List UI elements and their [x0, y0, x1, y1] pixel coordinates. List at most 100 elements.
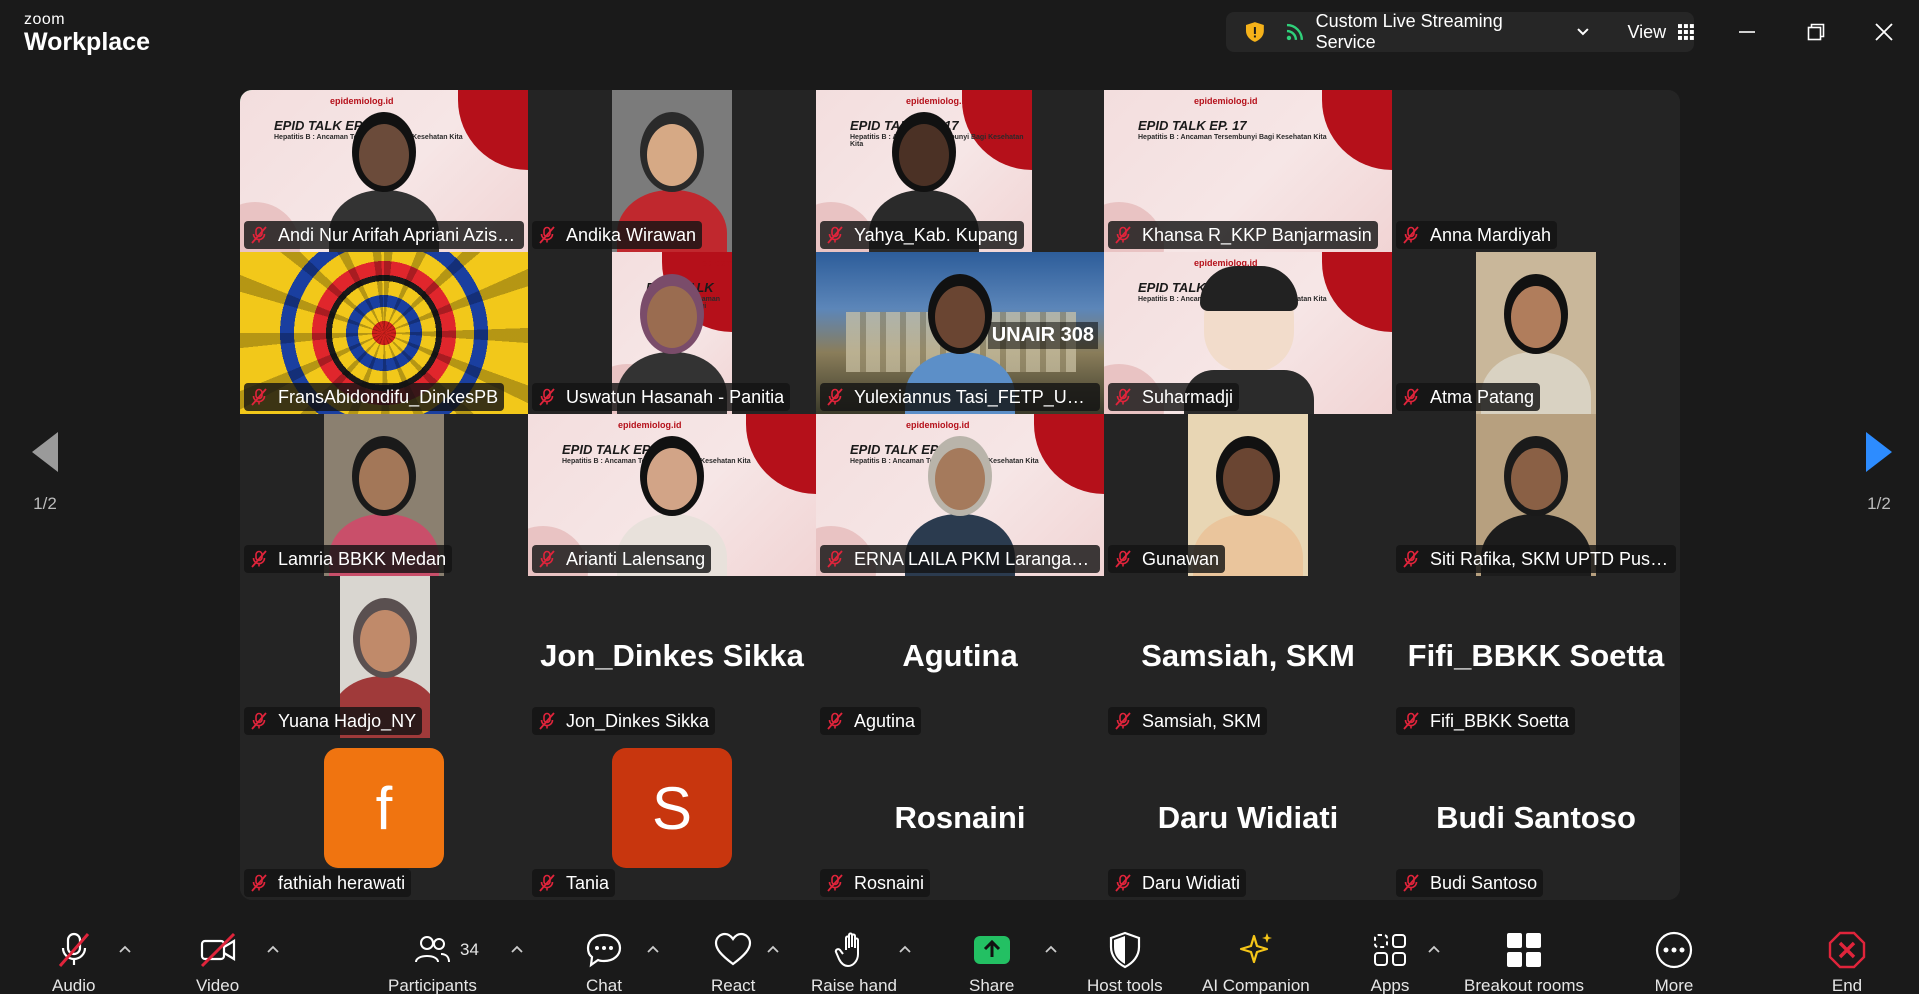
grid-view-icon[interactable]: [1678, 24, 1694, 40]
cartoon-hair: [1200, 266, 1298, 311]
participant-name: Siti Rafika, SKM UPTD Puske...: [1430, 548, 1670, 569]
participant-name-tag: Daru Widiati: [1108, 869, 1247, 897]
participants-count: 34: [460, 940, 479, 959]
participant-tile[interactable]: epidemiolog.idEPID TALK EP. 17Hepatitis …: [1104, 90, 1392, 252]
participant-tile[interactable]: Lamria BBKK Medan: [240, 414, 528, 576]
video-button[interactable]: Video: [196, 930, 239, 994]
view-button[interactable]: View: [1627, 22, 1666, 43]
video-options-caret-icon[interactable]: [266, 944, 280, 954]
participant-display-name: Budi Santoso: [1436, 800, 1636, 835]
participant-name-tag: Budi Santoso: [1396, 869, 1544, 897]
participant-name: Jon_Dinkes Sikka: [566, 710, 710, 731]
participant-face: [359, 448, 409, 510]
participant-tile[interactable]: Budi Santoso Budi Santoso: [1392, 738, 1680, 900]
participant-tile[interactable]: UNAIR 308 Yulexiannus Tasi_FETP_UNAI...: [816, 252, 1104, 414]
participant-name: Uswatun Hasanah - Panitia: [566, 386, 785, 407]
participant-name-tag: Andi Nur Arifah Apriani Azis_H...: [244, 221, 524, 249]
participant-name: Samsiah, SKM: [1142, 710, 1262, 731]
slide-brand: epidemiolog.id: [702, 258, 732, 268]
raise-hand-button[interactable]: Raise hand: [811, 930, 897, 994]
chat-label: Chat: [586, 976, 622, 994]
participant-name-tag: Yuana Hadjo_NY: [244, 707, 423, 735]
mic-muted-icon: [1403, 712, 1419, 730]
university-badge: UNAIR 308: [987, 322, 1098, 349]
share-button[interactable]: Share: [969, 930, 1014, 994]
participant-tile[interactable]: epidemiolog.idEPID TALK EP. 17Hepatitis …: [816, 90, 1104, 252]
participant-tile[interactable]: Samsiah, SKM Samsiah, SKM: [1104, 576, 1392, 738]
chat-options-caret-icon[interactable]: [646, 944, 660, 954]
breakout-rooms-button[interactable]: Breakout rooms: [1464, 930, 1584, 994]
apps-button[interactable]: Apps: [1370, 930, 1410, 994]
participant-tile[interactable]: Andika Wirawan: [528, 90, 816, 252]
participant-name-tag: Yulexiannus Tasi_FETP_UNAI...: [820, 383, 1100, 411]
slide-decoration: [746, 414, 816, 494]
restore-button[interactable]: [1796, 12, 1836, 52]
ai-companion-button[interactable]: AI Companion: [1202, 930, 1310, 994]
close-button[interactable]: [1864, 12, 1904, 52]
minimize-button[interactable]: [1727, 12, 1767, 52]
mic-muted-icon: [251, 550, 267, 568]
audio-options-caret-icon[interactable]: [118, 944, 132, 954]
apps-options-caret-icon[interactable]: [1427, 944, 1441, 954]
participant-face: [935, 448, 985, 510]
participant-tile[interactable]: Jon_Dinkes Sikka Jon_Dinkes Sikka: [528, 576, 816, 738]
more-label: More: [1654, 976, 1694, 994]
participant-name: Khansa R_KKP Banjarmasin: [1142, 224, 1372, 245]
participant-face: [360, 610, 410, 672]
previous-page-nav[interactable]: 1/2: [0, 430, 90, 560]
participant-tile[interactable]: Fifi_BBKK Soetta Fifi_BBKK Soetta: [1392, 576, 1680, 738]
participant-tile[interactable]: epidemiolog.idEPID TALK EP. 17Hepatitis …: [240, 90, 528, 252]
participant-tile[interactable]: Daru Widiati Daru Widiati: [1104, 738, 1392, 900]
participant-tile[interactable]: epidemiolog.idEPID TALK EP. 17Hepatitis …: [528, 414, 816, 576]
participant-tile[interactable]: Rosnaini Rosnaini: [816, 738, 1104, 900]
raise-hand-options-caret-icon[interactable]: [898, 944, 912, 954]
participant-tile[interactable]: Agutina Agutina: [816, 576, 1104, 738]
end-meeting-button[interactable]: End: [1827, 930, 1867, 994]
live-stream-label[interactable]: Custom Live Streaming Service: [1316, 11, 1566, 53]
shield-icon: [1109, 931, 1140, 969]
mic-muted-icon: [827, 874, 843, 892]
participant-tile[interactable]: Siti Rafika, SKM UPTD Puske...: [1392, 414, 1680, 576]
audio-button[interactable]: Audio: [52, 930, 95, 994]
mic-muted-icon: [539, 226, 555, 244]
react-options-caret-icon[interactable]: [766, 944, 780, 954]
participant-tile[interactable]: Atma Patang: [1392, 252, 1680, 414]
host-tools-button[interactable]: Host tools: [1087, 930, 1163, 994]
arrow-left-icon[interactable]: [30, 430, 60, 474]
react-button[interactable]: React: [711, 930, 755, 994]
participant-tile[interactable]: FransAbidondifu_DinkesPB: [240, 252, 528, 414]
chevron-down-icon[interactable]: [1576, 25, 1590, 39]
participant-avatar: f: [324, 748, 444, 868]
participant-face: [647, 124, 697, 186]
mic-muted-icon: [251, 874, 267, 892]
next-page-nav[interactable]: 1/2: [1834, 430, 1919, 560]
chat-button[interactable]: Chat: [584, 930, 624, 994]
participant-tile[interactable]: S Tania: [528, 738, 816, 900]
mic-muted-icon: [1403, 226, 1419, 244]
participant-name-tag: Anna Mardiyah: [1396, 221, 1558, 249]
security-shield-icon[interactable]: [1244, 21, 1266, 43]
arrow-right-icon[interactable]: [1864, 430, 1894, 474]
share-options-caret-icon[interactable]: [1044, 944, 1058, 954]
participant-tile[interactable]: f fathiah herawati: [240, 738, 528, 900]
participant-tile[interactable]: epidemiolog.idEPID TALK EP. 17Hepatitis …: [1104, 252, 1392, 414]
mic-muted-icon: [251, 226, 267, 244]
slide-brand: epidemiolog.id: [906, 420, 970, 430]
participant-name-tag: Uswatun Hasanah - Panitia: [532, 383, 791, 411]
participant-tile[interactable]: Yuana Hadjo_NY: [240, 576, 528, 738]
participants-options-caret-icon[interactable]: [510, 944, 524, 954]
participant-tile[interactable]: Anna Mardiyah: [1392, 90, 1680, 252]
mic-muted-icon: [1115, 388, 1131, 406]
participant-tile[interactable]: epidemiolog.idEPID TALK EP. 17Hepatitis …: [528, 252, 816, 414]
participant-face: [647, 286, 697, 348]
more-button[interactable]: More: [1654, 930, 1694, 994]
participant-display-name: Agutina: [902, 638, 1018, 673]
participant-tile[interactable]: epidemiolog.idEPID TALK EP. 17Hepatitis …: [816, 414, 1104, 576]
participant-name-tag: Gunawan: [1108, 545, 1226, 573]
participant-name-tag: Tania: [532, 869, 616, 897]
participant-name: Fifi_BBKK Soetta: [1430, 710, 1570, 731]
participant-tile[interactable]: Gunawan: [1104, 414, 1392, 576]
live-stream-icon: [1286, 23, 1303, 41]
participant-name: Andi Nur Arifah Apriani Azis_H...: [278, 224, 518, 245]
participant-face: [1511, 286, 1561, 348]
